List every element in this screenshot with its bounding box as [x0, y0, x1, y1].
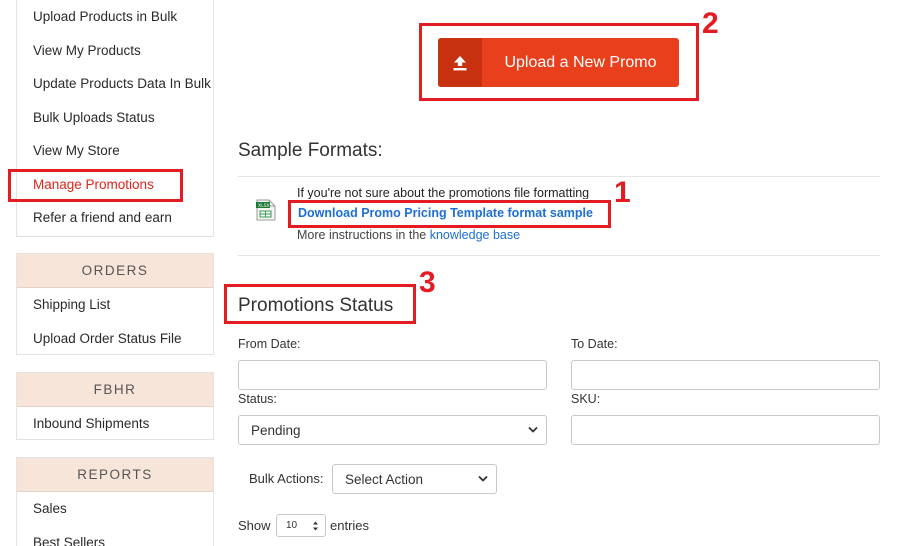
entries-per-page-value: 10 — [286, 520, 298, 531]
sidebar-item-best-sellers[interactable]: Best Sellers — [17, 526, 213, 546]
sku-label: SKU: — [571, 392, 601, 406]
divider — [238, 176, 880, 177]
sku-input[interactable] — [571, 415, 880, 445]
chevron-down-icon — [528, 426, 538, 433]
sidebar-item-sales[interactable]: Sales — [17, 492, 213, 526]
sidebar-products-panel: Upload Products in Bulk View My Products… — [16, 0, 214, 237]
sidebar-item-view-my-store[interactable]: View My Store — [17, 134, 213, 168]
more-instructions-text: More instructions in the knowledge base — [297, 228, 520, 242]
sidebar-item-manage-promotions[interactable]: Manage Promotions — [17, 168, 213, 202]
sidebar-item-refer-a-friend[interactable]: Refer a friend and earn — [17, 201, 213, 235]
sidebar-item-bulk-uploads-status[interactable]: Bulk Uploads Status — [17, 101, 213, 135]
sidebar-item-upload-order-status-file[interactable]: Upload Order Status File — [17, 322, 213, 356]
upload-icon — [438, 38, 482, 87]
status-label: Status: — [238, 392, 277, 406]
promotions-status-heading: Promotions Status — [238, 295, 394, 316]
from-date-label: From Date: — [238, 337, 301, 351]
entries-per-page-select[interactable]: 10 — [276, 514, 326, 537]
from-date-input[interactable] — [238, 360, 547, 390]
bulk-actions-label: Bulk Actions: — [249, 471, 324, 486]
sidebar-item-inbound-shipments[interactable]: Inbound Shipments — [17, 407, 213, 441]
to-date-label: To Date: — [571, 337, 618, 351]
annotation-number-2: 2 — [702, 7, 719, 40]
fbhr-heading: FBHR — [17, 373, 213, 407]
xlsx-file-icon: XLSX — [256, 199, 276, 226]
divider — [238, 255, 880, 256]
sidebar-item-upload-products-in-bulk[interactable]: Upload Products in Bulk — [17, 0, 213, 34]
sidebar-reports-panel: REPORTS Sales Best Sellers — [16, 457, 214, 546]
chevron-down-icon — [478, 475, 488, 482]
sidebar-fbhr-panel: FBHR Inbound Shipments — [16, 372, 214, 440]
status-select[interactable]: Pending — [238, 415, 547, 445]
bulk-actions-select[interactable]: Select Action — [332, 464, 497, 494]
sidebar-item-update-products-data-in-bulk[interactable]: Update Products Data In Bulk — [17, 67, 213, 101]
sample-formats-heading: Sample Formats: — [238, 140, 383, 161]
entries-label: entries — [330, 518, 370, 533]
sidebar-item-shipping-list[interactable]: Shipping List — [17, 288, 213, 322]
stepper-icon — [313, 521, 318, 530]
show-label: Show — [238, 518, 271, 533]
status-select-value: Pending — [251, 422, 301, 438]
to-date-input[interactable] — [571, 360, 880, 390]
sidebar-item-view-my-products[interactable]: View My Products — [17, 34, 213, 68]
orders-heading: ORDERS — [17, 254, 213, 288]
reports-heading: REPORTS — [17, 458, 213, 492]
svg-text:XLSX: XLSX — [258, 203, 270, 209]
bulk-actions-value: Select Action — [345, 471, 424, 487]
sample-intro-text: If you're not sure about the promotions … — [297, 186, 590, 199]
knowledge-base-link[interactable]: knowledge base — [430, 228, 520, 242]
annotation-number-1: 1 — [614, 176, 631, 209]
more-instructions-label: More instructions in the — [297, 228, 430, 242]
annotation-number-3: 3 — [419, 266, 436, 299]
upload-new-promo-button[interactable]: Upload a New Promo — [438, 38, 679, 87]
upload-button-label: Upload a New Promo — [504, 53, 657, 71]
download-template-link[interactable]: Download Promo Pricing Template format s… — [298, 206, 593, 220]
sidebar-orders-panel: ORDERS Shipping List Upload Order Status… — [16, 253, 214, 355]
